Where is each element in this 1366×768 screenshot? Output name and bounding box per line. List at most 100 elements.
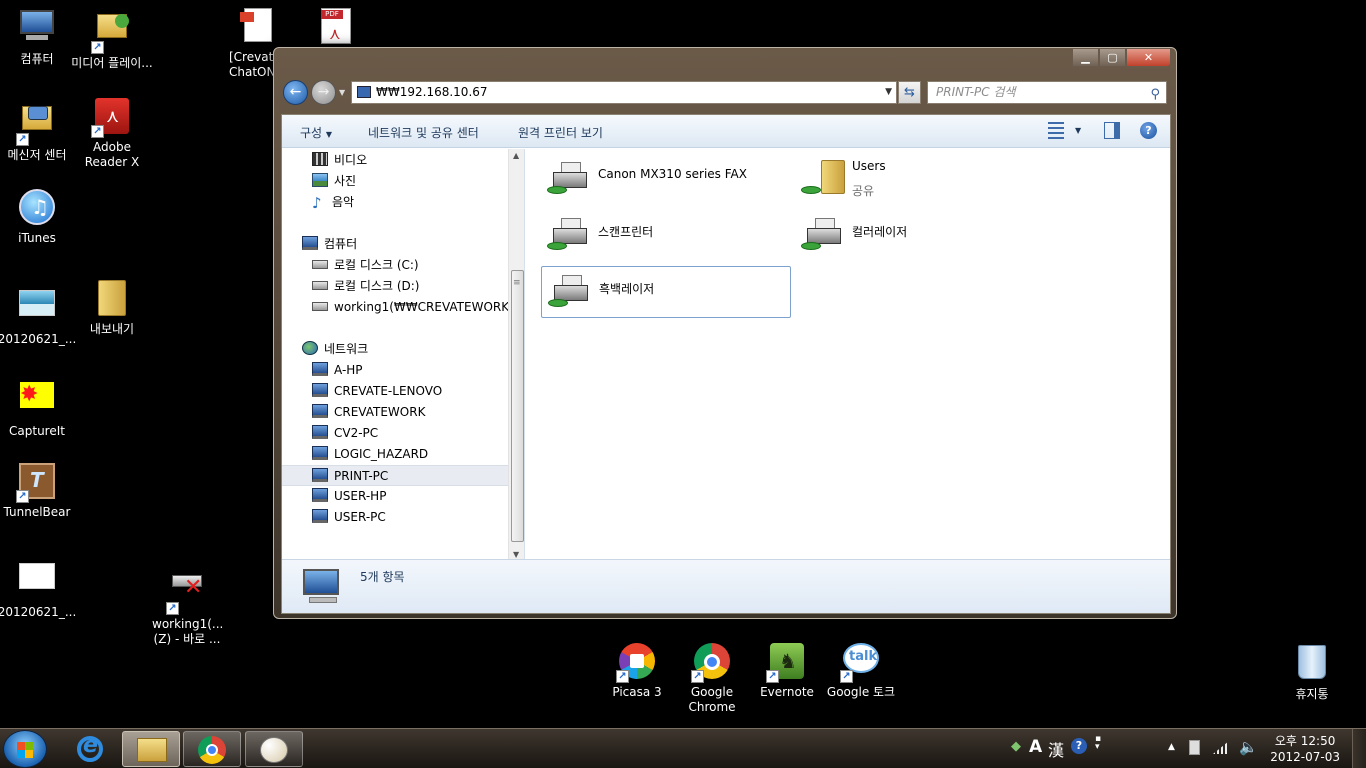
tree-item-videos[interactable]: 비디오 xyxy=(282,150,508,171)
list-item[interactable]: 스캔프린터 xyxy=(541,210,791,262)
tree-item-label: 사진 xyxy=(334,174,357,188)
view-options-chevron-icon[interactable]: ▼ xyxy=(1075,126,1081,135)
desktop-icon-image-file-1[interactable]: 20120621_... xyxy=(0,286,79,347)
desktop-icon-label: 20120621_... xyxy=(0,332,77,346)
taskbar-google-chrome[interactable] xyxy=(183,731,241,767)
shortcut-arrow-icon: ↗ xyxy=(766,670,779,683)
desktop-icon-google-chrome[interactable]: ↗ Google Chrome xyxy=(670,643,754,715)
tree-item-crevate-lenovo[interactable]: CREVATE-LENOVO xyxy=(282,381,508,402)
list-item[interactable]: Users 공유 xyxy=(795,154,1045,206)
picasa-icon: ↗ xyxy=(616,643,656,683)
navigation-scrollbar[interactable]: ▲ ≡ ▼ xyxy=(508,149,524,561)
desktop-icon-computer[interactable]: 컴퓨터 xyxy=(0,8,79,67)
network-sharing-center-button[interactable]: 네트워크 및 공유 센터 xyxy=(368,124,479,141)
desktop-icon-adobe-reader[interactable]: ⋏ ↗ Adobe Reader X xyxy=(70,98,154,170)
desktop-icon-label: iTunes xyxy=(18,231,56,245)
view-remote-printers-button[interactable]: 원격 프린터 보기 xyxy=(518,124,603,141)
ime-help-icon[interactable]: ? xyxy=(1071,738,1087,754)
taskbar-windows-explorer[interactable] xyxy=(122,731,180,767)
minimize-button[interactable]: ▁ xyxy=(1072,48,1099,67)
desktop-icon-captureit[interactable]: ✸ CaptureIt xyxy=(0,372,79,439)
music-library-icon: ♪ xyxy=(312,194,322,212)
tree-item-a-hp[interactable]: A-HP xyxy=(282,360,508,381)
recent-pages-dropdown[interactable]: ▼ xyxy=(339,88,345,97)
scrollbar-thumb[interactable] xyxy=(511,270,524,542)
tree-item-user-pc[interactable]: USER-PC xyxy=(282,507,508,528)
tree-item-user-hp[interactable]: USER-HP xyxy=(282,486,508,507)
search-input[interactable]: PRINT-PC 검색 ⚲ xyxy=(927,81,1167,104)
item-name: Canon MX310 series FAX xyxy=(598,167,747,181)
desktop-icon-network-drive[interactable]: ✕ ↗ working1(... (Z) - 바로 ... xyxy=(145,563,229,647)
address-bar[interactable]: ₩₩192.168.10.67 ▼ xyxy=(351,81,897,104)
tree-item-computer[interactable]: 컴퓨터 xyxy=(282,234,508,255)
start-button[interactable] xyxy=(3,730,47,768)
taskbar-internet-explorer[interactable]: e xyxy=(62,731,120,767)
help-icon[interactable]: ? xyxy=(1140,122,1157,139)
desktop-icon-export-folder[interactable]: 내보내기 xyxy=(70,280,154,337)
taskbar-paint[interactable] xyxy=(245,731,303,767)
desktop-icon-label: Evernote xyxy=(760,685,814,699)
network-signal-icon[interactable] xyxy=(1213,741,1229,754)
desktop-icon-evernote[interactable]: ♞ ↗ Evernote xyxy=(745,643,829,700)
network-computer-icon xyxy=(312,425,328,439)
network-computer-icon xyxy=(312,468,328,482)
tree-item-network[interactable]: 네트워크 xyxy=(282,339,508,360)
volume-icon[interactable]: 🔈 xyxy=(1239,738,1258,756)
forward-button[interactable]: → xyxy=(311,80,336,105)
media-player-icon: ↗ xyxy=(91,14,131,54)
item-name: 컬러레이저 xyxy=(852,225,908,239)
desktop-icon-label: 컴퓨터 xyxy=(20,52,54,66)
tree-item-label: 비디오 xyxy=(334,153,368,167)
organize-menu[interactable]: 구성 ▼ xyxy=(300,124,332,141)
tree-item-local-disk-d[interactable]: 로컬 디스크 (D:) xyxy=(282,276,508,297)
tree-item-logic-hazard[interactable]: LOGIC_HAZARD xyxy=(282,444,508,465)
address-dropdown-icon[interactable]: ▼ xyxy=(885,82,892,103)
change-view-icon[interactable] xyxy=(1048,122,1064,139)
scroll-up-icon[interactable]: ▲ xyxy=(513,151,519,160)
desktop-icon-image-file-2[interactable]: 20120621_... xyxy=(0,559,79,620)
list-item[interactable]: 컬러레이저 xyxy=(795,210,1045,262)
clock-time: 오후 12:50 xyxy=(1274,734,1336,748)
device-icon[interactable] xyxy=(1189,740,1200,755)
tree-item-label: CREVATE-LENOVO xyxy=(334,384,443,398)
explorer-client-area: 구성 ▼ 네트워크 및 공유 센터 원격 프린터 보기 ▼ ? 비디오 사진 ♪… xyxy=(281,114,1171,614)
desktop-icon-media-player[interactable]: ↗ 미디어 플레이... xyxy=(70,8,154,71)
tree-item-music[interactable]: ♪ 음악 xyxy=(282,192,508,213)
shortcut-arrow-icon: ↗ xyxy=(616,670,629,683)
list-item-selected[interactable]: 흑백레이저 xyxy=(541,266,791,318)
show-hidden-icons-icon[interactable]: ▲ xyxy=(1168,742,1175,752)
desktop-icon-crevate-chaton[interactable]: [Crevate ChatON xyxy=(220,8,281,80)
desktop-icon-pdf[interactable]: PDF ⋏ xyxy=(294,8,378,50)
desktop-icon-itunes[interactable]: ♫ iTunes xyxy=(0,189,79,246)
scroll-down-icon[interactable]: ▼ xyxy=(513,550,519,559)
system-clock[interactable]: 오후 12:50 2012-07-03 xyxy=(1270,733,1340,765)
network-computer-icon xyxy=(357,86,371,98)
refresh-button[interactable]: ⇆ xyxy=(898,81,921,104)
desktop-icon-google-talk[interactable]: talk ↗ Google 토크 xyxy=(819,643,903,700)
preview-pane-icon[interactable] xyxy=(1104,122,1120,139)
desktop-icon-picasa[interactable]: ↗ Picasa 3 xyxy=(595,643,679,700)
language-bar: ◆ A 漢 ? ▪ ▾ xyxy=(1008,729,1118,768)
back-button[interactable]: ← xyxy=(283,80,308,105)
list-item[interactable]: Canon MX310 series FAX xyxy=(541,154,791,206)
desktop-icon-recycle-bin[interactable]: 휴지통 xyxy=(1270,643,1354,702)
tree-item-pictures[interactable]: 사진 xyxy=(282,171,508,192)
tree-item-crevatework[interactable]: CREVATEWORK xyxy=(282,402,508,423)
tree-item-local-disk-c[interactable]: 로컬 디스크 (C:) xyxy=(282,255,508,276)
local-disk-icon xyxy=(312,260,328,269)
ime-alpha-mode[interactable]: A xyxy=(1029,737,1042,757)
desktop-icon-messenger-center[interactable]: ↗ 메신저 센터 xyxy=(0,98,79,163)
tree-item-print-pc[interactable]: PRINT-PC xyxy=(282,465,508,486)
tree-item-label: USER-PC xyxy=(334,510,386,524)
show-desktop-button[interactable] xyxy=(1352,729,1366,768)
maximize-button[interactable]: ▢ xyxy=(1099,48,1126,67)
language-bar-options-icon[interactable]: ▪ ▾ xyxy=(1095,735,1101,752)
tree-item-network-drive-z[interactable]: working1(₩₩CREVATEWORK) (Z xyxy=(282,297,508,318)
tree-item-label: A-HP xyxy=(334,363,363,377)
close-button[interactable]: ✕ xyxy=(1126,48,1171,67)
desktop-icon-tunnelbear[interactable]: T ↗ TunnelBear xyxy=(0,463,79,520)
ime-hanja-mode[interactable]: 漢 xyxy=(1048,737,1064,761)
itunes-icon: ♫ xyxy=(18,189,56,227)
tree-item-cv2-pc[interactable]: CV2-PC xyxy=(282,423,508,444)
ime-indicator-icon[interactable]: ◆ xyxy=(1011,739,1021,754)
